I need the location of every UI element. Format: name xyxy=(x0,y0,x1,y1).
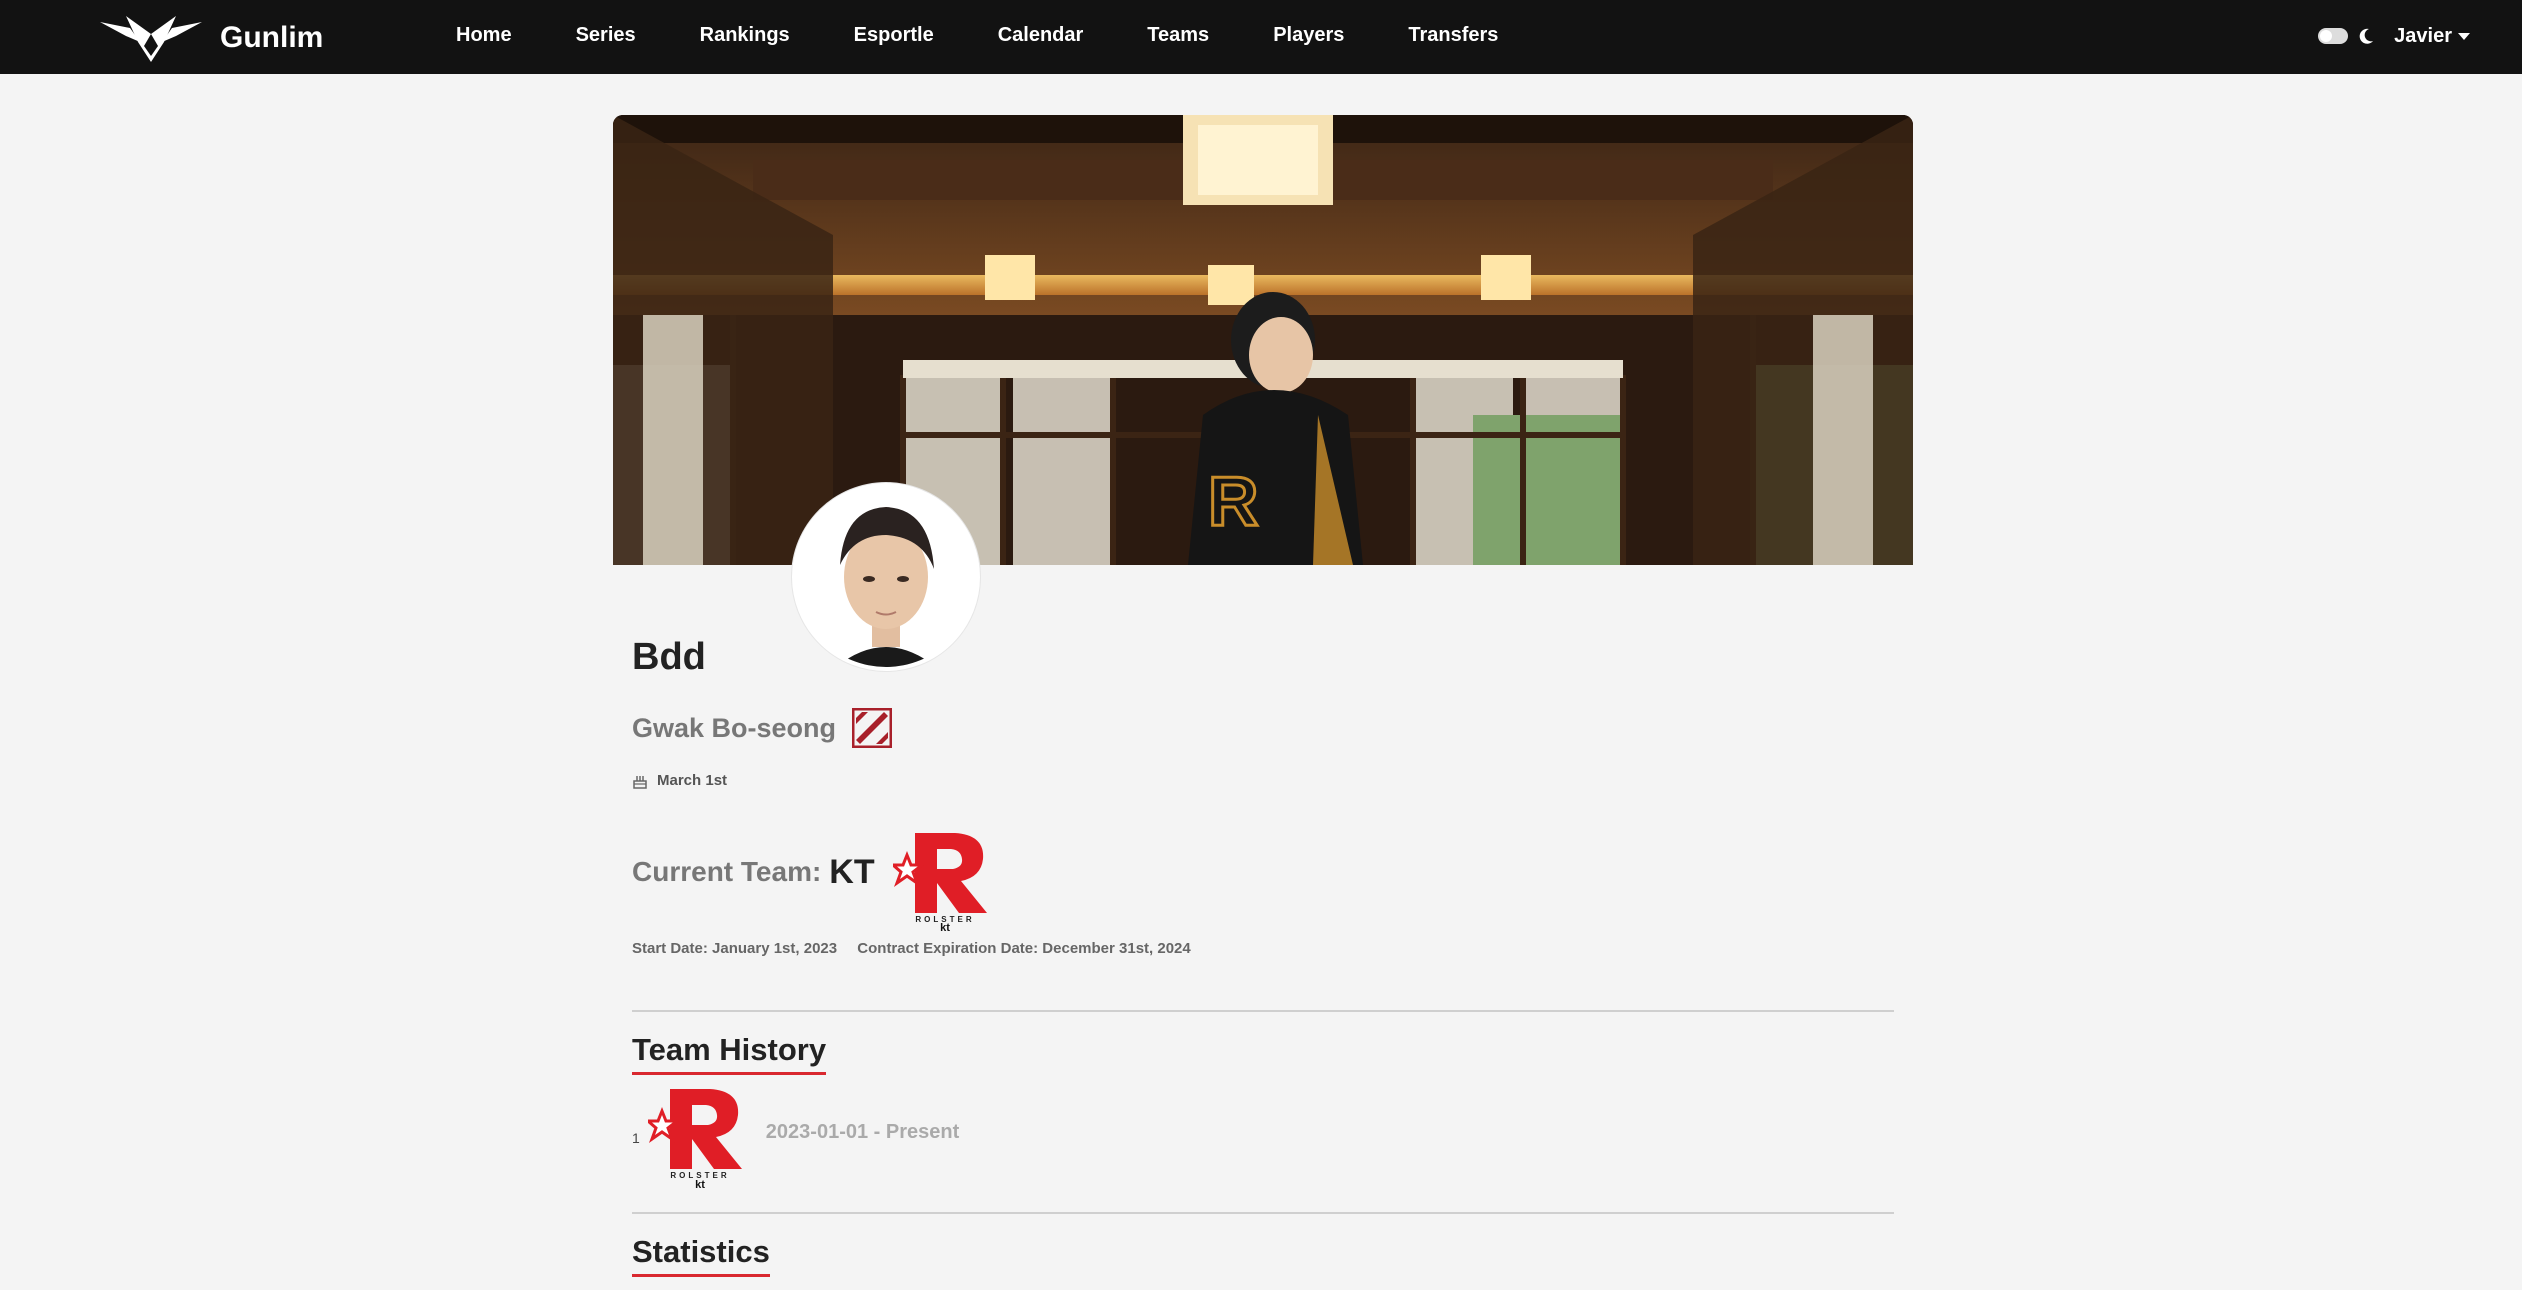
nav-players[interactable]: Players xyxy=(1273,24,1344,47)
gunlim-logo-icon xyxy=(100,16,202,62)
nav-transfers[interactable]: Transfers xyxy=(1408,24,1498,47)
history-dates: 2023-01-01 - Present xyxy=(765,1120,960,1143)
player-nickname: Bdd xyxy=(632,636,706,678)
nav-series[interactable]: Series xyxy=(576,24,636,47)
brand[interactable]: Gunlim xyxy=(96,12,323,64)
kt-rolster-logo-icon[interactable]: ROLSTER kt xyxy=(892,825,997,931)
nav-calendar[interactable]: Calendar xyxy=(998,24,1084,47)
contract-expiration: Contract Expiration Date: December 31st,… xyxy=(857,940,1191,957)
nav-teams[interactable]: Teams xyxy=(1147,24,1209,47)
svg-text:kt: kt xyxy=(940,922,950,931)
start-date: Start Date: January 1st, 2023 xyxy=(632,940,838,957)
user-name: Javier xyxy=(2394,24,2452,47)
contract-info: Start Date: January 1st, 2023 Contract E… xyxy=(632,940,1191,957)
nav-home[interactable]: Home xyxy=(456,24,512,47)
banner-image: R xyxy=(613,115,1913,565)
main-nav: Home Series Rankings Esportle Calendar T… xyxy=(456,0,1562,70)
player-photo xyxy=(796,487,976,667)
realname-row: Gwak Bo-seong xyxy=(632,708,893,748)
divider xyxy=(632,1010,1894,1012)
birthday: March 1st xyxy=(632,772,727,789)
svg-text:R: R xyxy=(1208,462,1259,540)
current-team-label: Current Team: xyxy=(632,856,822,887)
cake-icon xyxy=(633,775,647,789)
navbar: Gunlim Home Series Rankings Esportle Cal… xyxy=(0,0,2522,74)
divider xyxy=(632,1212,1894,1214)
brand-name: Gunlim xyxy=(220,21,324,54)
nav-rankings[interactable]: Rankings xyxy=(700,24,790,47)
nav-right: Javier xyxy=(2318,0,2470,72)
user-menu[interactable]: Javier xyxy=(2394,25,2470,48)
player-avatar xyxy=(792,483,980,671)
current-team: Current Team: KT ROLSTER kt xyxy=(632,825,997,931)
statistics-title: Statistics xyxy=(632,1234,770,1277)
birthday-text: March 1st xyxy=(657,772,728,789)
current-team-name[interactable]: KT xyxy=(829,853,874,892)
theme-toggle[interactable] xyxy=(2318,28,2349,44)
history-index: 1 xyxy=(632,1130,640,1146)
team-history-title: Team History xyxy=(632,1032,827,1075)
svg-text:kt: kt xyxy=(695,1179,705,1189)
team-history-row[interactable]: 1 ROLSTER kt 2023-01-01 - Present xyxy=(632,1080,959,1190)
profile-banner: R xyxy=(613,115,1913,565)
player-real-name: Gwak Bo-seong xyxy=(632,712,837,743)
caret-down-icon xyxy=(2458,32,2470,40)
korea-flag-icon xyxy=(852,708,893,748)
kt-rolster-logo-icon[interactable]: ROLSTER kt xyxy=(647,1081,752,1189)
moon-icon xyxy=(2359,28,2374,44)
nav-esportle[interactable]: Esportle xyxy=(854,24,934,47)
